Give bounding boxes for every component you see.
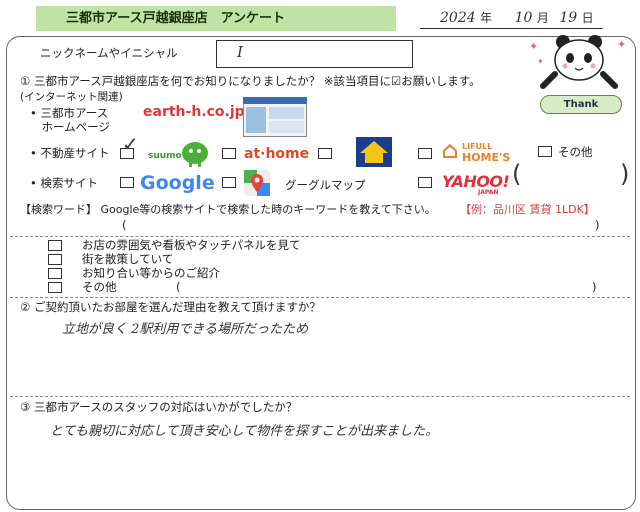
divider-2 [10,297,630,298]
checkbox-yahoo[interactable] [418,177,432,188]
google-maps-icon [244,170,270,196]
divider-3 [10,396,630,397]
checkbox-other[interactable] [48,282,62,293]
google-text: Google [140,172,215,194]
homes-text: HOME'S [462,151,511,164]
googlemap-label: グーグルマップ [285,178,366,192]
realestate-label: • 不動産サイト [30,146,110,160]
homes-house-icon [443,143,457,158]
earth-homepage-link[interactable]: earth-h.co.jp [143,104,245,120]
divider-1 [10,236,630,237]
checkbox-store-sign[interactable] [48,240,62,251]
homepage-screenshot-icon [243,97,307,137]
offline-option-3: お知り合い等からのご紹介 [82,266,220,280]
q2-question: ② ご契約頂いたお部屋を選んだ理由を教えて頂けますか？ [20,300,321,314]
offline-option-4: その他 [82,280,117,294]
other-paren-open: ( [512,160,522,188]
offline-option-1: お店の雰囲気や看板やタッチパネルを見て [82,238,301,252]
svg-text:✦: ✦ [529,40,538,53]
nickname-value: I [237,43,243,61]
yahoo-logo: YAHOO! [442,172,510,191]
athome-logo: at·home [244,146,310,162]
q2-answer[interactable]: 立地が良く 2駅利用できる場所だったため [62,318,308,337]
checkbox-google[interactable] [120,177,134,188]
survey-title: 三都市アース戸越銀座店 アンケート [36,6,396,31]
offline-option-2: 街を散策していて [82,252,174,266]
date-year-unit: 年 [480,11,493,25]
date-field[interactable]: 2024 年 10 月 19 日 [440,9,594,26]
date-month: 10 [514,10,533,26]
homes-logo: LIFULL HOME'S [462,141,510,163]
search-site-label: • 検索サイト [30,176,98,190]
house-logo-icon [356,137,392,167]
date-day-unit: 日 [581,11,594,25]
yahoo-japan-sub: JAPAN [478,189,499,196]
checkbox-homes[interactable] [418,148,432,159]
check-mark: ✓ [122,132,139,156]
keyword-example: 【例：品川区 賃貸 1LDK】 [460,203,595,216]
nickname-field[interactable] [216,40,413,68]
keyword-label: 【検索ワード】 Google等の検索サイトで検索した時のキーワードを教えて下さい… [20,203,436,216]
other-paren-close: ) [620,160,630,188]
offline-paren-open: ( [176,280,181,294]
svg-text:✦: ✦ [617,38,626,51]
homepage-label-line1: • 三都市アース [30,106,109,120]
offline-paren-close: ) [592,280,597,294]
checkbox-other-site[interactable] [538,146,552,157]
q3-question: ③ 三都市アースのスタッフの対応はいかがでしたか？ [20,400,298,414]
panda-mascot-icon: ✦ ✦ ✦ [529,35,626,89]
date-day: 19 [559,10,578,26]
date-month-unit: 月 [536,11,549,25]
nickname-label: ニックネームやイニシャル [40,46,178,60]
q3-answer[interactable]: とても親切に対応して頂き安心して物件を探すことが出来ました。 [50,420,438,439]
homepage-label-line2: ホームページ [30,120,110,134]
date-year: 2024 [440,10,476,26]
suumo-logo: suumo [148,151,182,161]
thank-badge: Thank [540,95,622,114]
checkbox-walking[interactable] [48,254,62,265]
checkbox-ieichiba[interactable] [318,148,332,159]
other-site-label: その他 [558,145,593,159]
keyword-paren-close: ) [595,218,600,232]
internet-label: (インターネット関連) [20,91,123,103]
checkbox-googlemap[interactable] [222,177,236,188]
suumo-mascot-icon [182,142,208,167]
checkbox-athome[interactable] [222,148,236,159]
q1-question: ① 三都市アース戸越銀座店を何でお知りになりましたか？ ※該当項目に☑お願いしま… [20,74,481,88]
svg-text:✦: ✦ [537,57,544,66]
google-logo: Google [140,172,215,194]
keyword-paren-open: ( [122,218,127,232]
checkbox-referral[interactable] [48,268,62,279]
date-underline [420,28,603,29]
